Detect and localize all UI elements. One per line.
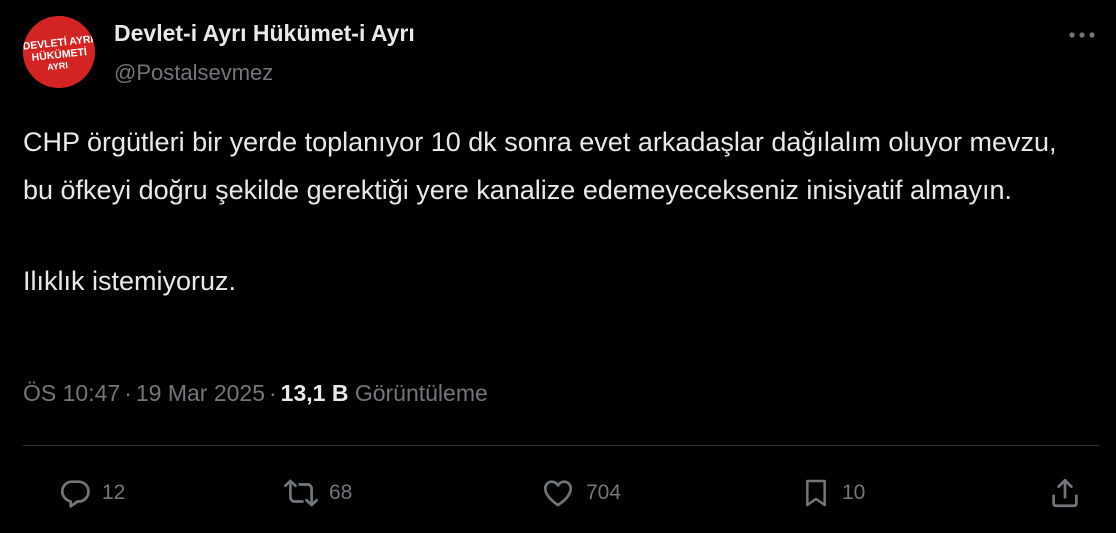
tweet-paragraph-2: Ilıklık istemiyoruz. [23,266,237,296]
heart-icon [543,480,573,507]
meta-separator: · [124,380,132,406]
author-display-name[interactable]: Devlet-i Ayrı Hükümet-i Ayrı [114,20,415,47]
bookmark-count: 10 [842,481,866,504]
author-handle[interactable]: @Postalsevmez [114,60,273,86]
reply-icon [60,480,90,508]
divider [23,445,1099,446]
views-count: 13,1 B [280,380,349,406]
tweet-card: DEVLETİ AYRI HÜKÜMETİ AYRI Devlet-i Ayrı… [0,0,1116,533]
tweet-date[interactable]: 19 Mar 2025 [136,380,265,406]
repost-button[interactable]: 68 [283,473,352,513]
repost-count: 68 [329,481,353,504]
tweet-meta: ÖS 10:47 · 19 Mar 2025 · 13,1 B Görüntüleme [23,380,488,407]
like-count: 704 [586,481,622,504]
more-options-button[interactable] [1062,18,1102,52]
tweet-paragraph-1: CHP örgütleri bir yerde toplanıyor 10 dk… [23,127,1057,205]
views-label: Görüntüleme [354,380,488,406]
tweet-text: CHP örgütleri bir yerde toplanıyor 10 dk… [23,118,1093,305]
share-icon [1052,478,1078,508]
reply-count: 12 [102,481,126,504]
avatar[interactable]: DEVLETİ AYRI HÜKÜMETİ AYRI [23,16,95,88]
tweet-time[interactable]: ÖS 10:47 [23,380,120,406]
bookmark-button[interactable]: 10 [800,473,865,513]
like-button[interactable]: 704 [540,473,621,513]
more-dots-icon [1069,32,1095,38]
reply-button[interactable]: 12 [58,473,125,513]
bookmark-icon [806,479,826,507]
avatar-logo: DEVLETİ AYRI HÜKÜMETİ AYRI [23,16,95,88]
meta-separator: · [269,380,277,406]
repost-icon [284,479,318,507]
share-button[interactable] [1048,473,1082,513]
